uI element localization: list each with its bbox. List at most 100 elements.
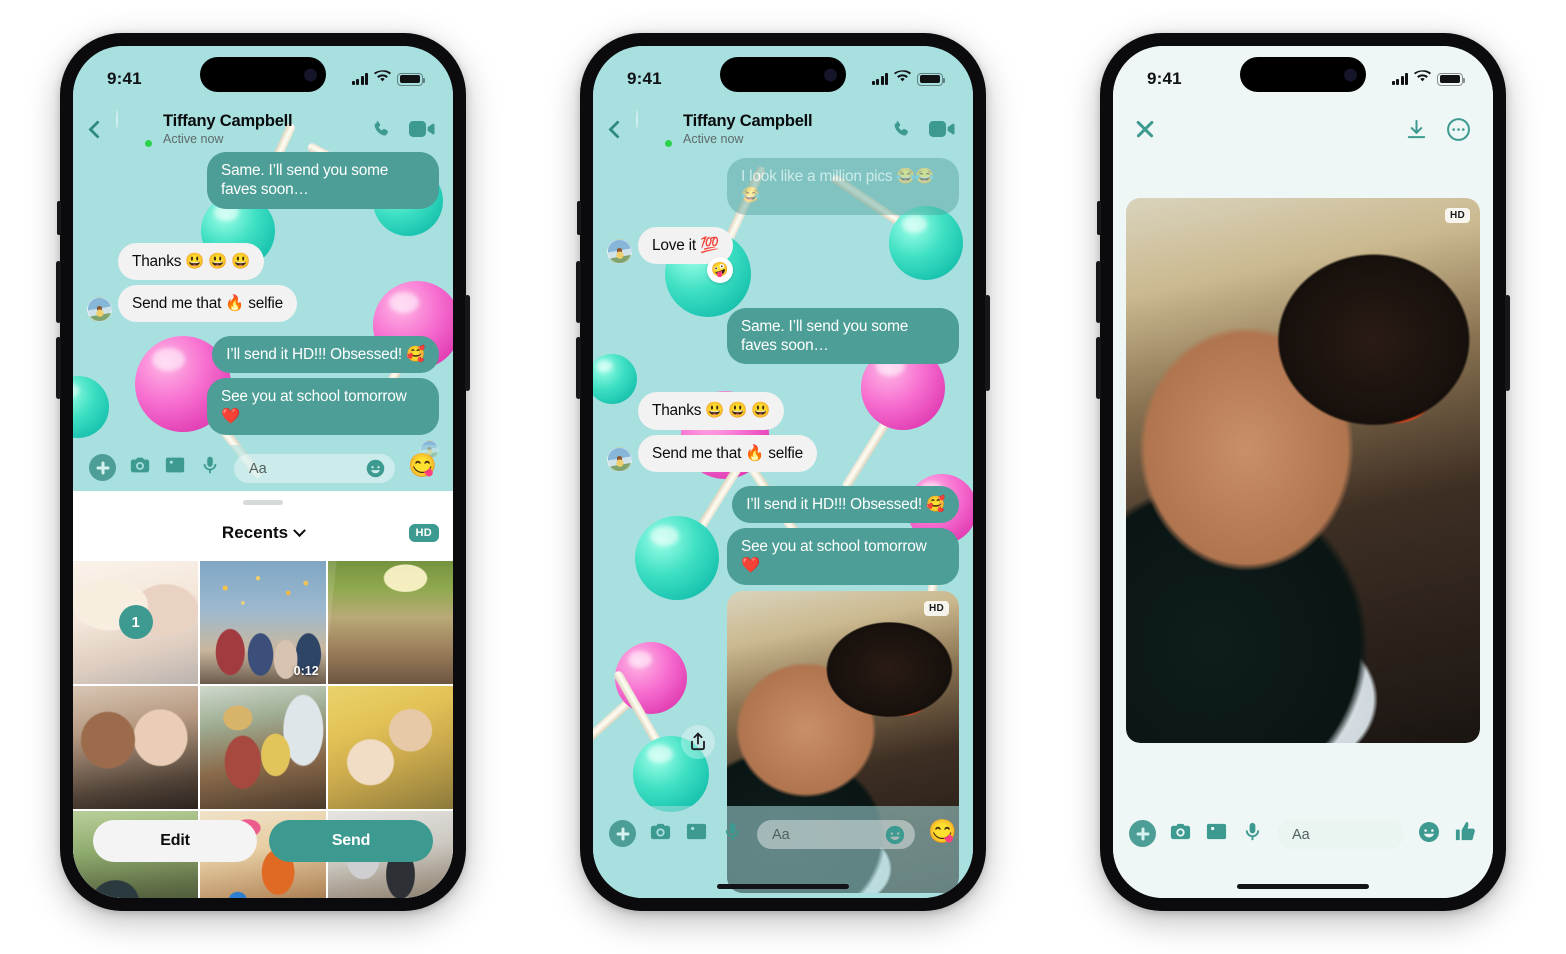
hd-badge: HD xyxy=(923,600,949,616)
photo-icon[interactable] xyxy=(164,454,186,476)
grid-item-selfie-car[interactable]: 1 xyxy=(73,561,199,684)
message-input[interactable]: Aa xyxy=(757,820,916,849)
battery-icon xyxy=(917,72,946,86)
volume-down-button[interactable] xyxy=(576,337,581,399)
silence-switch[interactable] xyxy=(57,201,61,235)
message-bubble-sent[interactable]: I’ll send it HD!!! Obsessed! 🥰 xyxy=(732,485,959,523)
grid-item-boardwalk-forest[interactable] xyxy=(327,561,453,684)
message-row[interactable]: Send me that 🔥 selfie xyxy=(87,284,439,322)
close-icon[interactable] xyxy=(1135,120,1154,139)
message-bubble-received[interactable]: Send me that 🔥 selfie xyxy=(118,284,297,322)
phone-3-photo-viewer: HD Aa 9:41 xyxy=(1096,33,1510,911)
grid-item-confetti-friends[interactable]: 0:12 xyxy=(200,561,326,684)
sender-avatar xyxy=(607,446,632,472)
camera-icon[interactable] xyxy=(649,820,672,843)
add-attachment-button[interactable] xyxy=(89,454,116,481)
volume-up-button[interactable] xyxy=(1096,261,1101,323)
microphone-icon[interactable] xyxy=(199,454,221,476)
message-input[interactable]: Aa xyxy=(234,454,396,483)
contact-info[interactable]: Tiffany Campbell Active now xyxy=(163,112,360,146)
status-indicators xyxy=(1391,70,1466,88)
fullscreen-photo[interactable]: HD xyxy=(1126,198,1480,743)
message-bubble-sent[interactable]: See you at school tomorrow ❤️ xyxy=(727,528,959,585)
front-camera xyxy=(1344,68,1357,81)
message-row[interactable]: Send me that 🔥 selfie xyxy=(607,434,959,472)
microphone-icon[interactable] xyxy=(1241,820,1264,843)
share-icon[interactable] xyxy=(681,724,715,759)
status-time: 9:41 xyxy=(627,69,662,88)
album-selector[interactable]: Recents xyxy=(222,523,306,543)
add-attachment-button[interactable] xyxy=(1129,820,1156,847)
hd-toggle[interactable]: HD xyxy=(408,524,439,542)
more-options-icon[interactable] xyxy=(1446,117,1471,142)
send-button[interactable]: Send xyxy=(269,820,433,862)
phone-icon[interactable] xyxy=(890,118,913,141)
contact-avatar[interactable] xyxy=(636,109,674,149)
microphone-icon[interactable] xyxy=(721,820,744,843)
download-icon[interactable] xyxy=(1405,118,1428,141)
contact-status: Active now xyxy=(683,132,744,147)
message-bubble-sent[interactable]: Same. I’ll send you some faves soon… xyxy=(727,307,959,365)
add-attachment-button[interactable] xyxy=(609,820,636,847)
message-bubble-sent[interactable]: See you at school tomorrow ❤️ xyxy=(207,378,439,435)
smiley-icon[interactable] xyxy=(884,824,906,846)
silence-switch[interactable] xyxy=(1097,201,1101,235)
chevron-left-icon[interactable] xyxy=(608,119,627,139)
message-reaction[interactable]: 🤪 xyxy=(707,256,733,283)
message-bubble-sent[interactable]: I look like a million pics 😂😂😂 xyxy=(727,158,959,215)
smiley-icon[interactable] xyxy=(1417,820,1441,844)
message-bubble-received[interactable]: Thanks 😃 😃 😃 xyxy=(638,392,785,430)
thumbnail-image xyxy=(73,685,199,809)
photo-icon[interactable] xyxy=(1205,820,1228,843)
message-row[interactable]: Same. I’ll send you some faves soon… xyxy=(607,307,959,365)
home-indicator[interactable] xyxy=(1237,884,1369,889)
video-camera-icon[interactable] xyxy=(409,119,435,139)
quick-emoji-button[interactable]: 😋 xyxy=(928,820,957,843)
chevron-left-icon[interactable] xyxy=(88,119,107,139)
battery-icon xyxy=(1437,72,1466,86)
message-row[interactable]: See you at school tomorrow ❤️ xyxy=(607,528,959,585)
grid-item-mother-and-child[interactable] xyxy=(200,685,326,809)
power-button[interactable] xyxy=(985,295,990,391)
camera-icon[interactable] xyxy=(129,454,151,476)
camera-icon[interactable] xyxy=(1169,820,1192,843)
phone-1-gallery-picker: Same. I’ll send you some faves soon… Tha… xyxy=(56,33,470,911)
message-row[interactable]: See you at school tomorrow ❤️ xyxy=(87,378,439,435)
photo-icon[interactable] xyxy=(685,820,708,843)
thumbs-up-icon[interactable] xyxy=(1454,820,1477,843)
contact-info[interactable]: Tiffany Campbell Active now xyxy=(683,112,880,146)
message-input[interactable]: Aa xyxy=(1277,820,1404,849)
volume-up-button[interactable] xyxy=(56,261,61,323)
power-button[interactable] xyxy=(1505,295,1510,391)
home-indicator[interactable] xyxy=(717,884,849,889)
status-indicators xyxy=(871,70,946,88)
message-row[interactable]: I’ll send it HD!!! Obsessed! 🥰 xyxy=(607,485,959,523)
chevron-down-icon xyxy=(293,523,306,537)
message-row[interactable]: Thanks 😃 😃 😃 xyxy=(87,242,439,280)
message-row[interactable]: Same. I’ll send you some faves soon… xyxy=(87,152,439,209)
header-actions xyxy=(370,118,435,141)
silence-switch[interactable] xyxy=(577,201,581,235)
smiley-icon[interactable] xyxy=(365,458,386,479)
message-row[interactable]: Love it 💯 🤪 xyxy=(607,226,959,283)
video-camera-icon[interactable] xyxy=(929,119,955,139)
message-row[interactable]: I look like a million pics 😂😂😂 xyxy=(607,158,959,215)
message-row[interactable]: Thanks 😃 😃 😃 xyxy=(607,392,959,430)
message-bubble-sent[interactable]: Same. I’ll send you some faves soon… xyxy=(207,152,439,209)
grid-item-friends-yellow-bed[interactable] xyxy=(327,685,453,809)
volume-up-button[interactable] xyxy=(576,261,581,323)
message-bubble-sent[interactable]: I’ll send it HD!!! Obsessed! 🥰 xyxy=(212,336,439,374)
volume-down-button[interactable] xyxy=(1096,337,1101,399)
grid-item-two-friends[interactable] xyxy=(73,685,199,809)
message-composer: Aa 😋 xyxy=(73,445,453,491)
message-row[interactable]: I’ll send it HD!!! Obsessed! 🥰 xyxy=(87,336,439,374)
phone-icon[interactable] xyxy=(370,118,393,141)
edit-button[interactable]: Edit xyxy=(93,820,257,862)
power-button[interactable] xyxy=(465,295,470,391)
contact-avatar[interactable] xyxy=(116,109,154,149)
message-bubble-received[interactable]: Thanks 😃 😃 😃 xyxy=(118,242,265,280)
volume-down-button[interactable] xyxy=(56,337,61,399)
quick-emoji-button[interactable]: 😋 xyxy=(408,454,437,477)
message-bubble-received[interactable]: Send me that 🔥 selfie xyxy=(638,434,817,472)
thumbnail-image xyxy=(327,561,453,684)
